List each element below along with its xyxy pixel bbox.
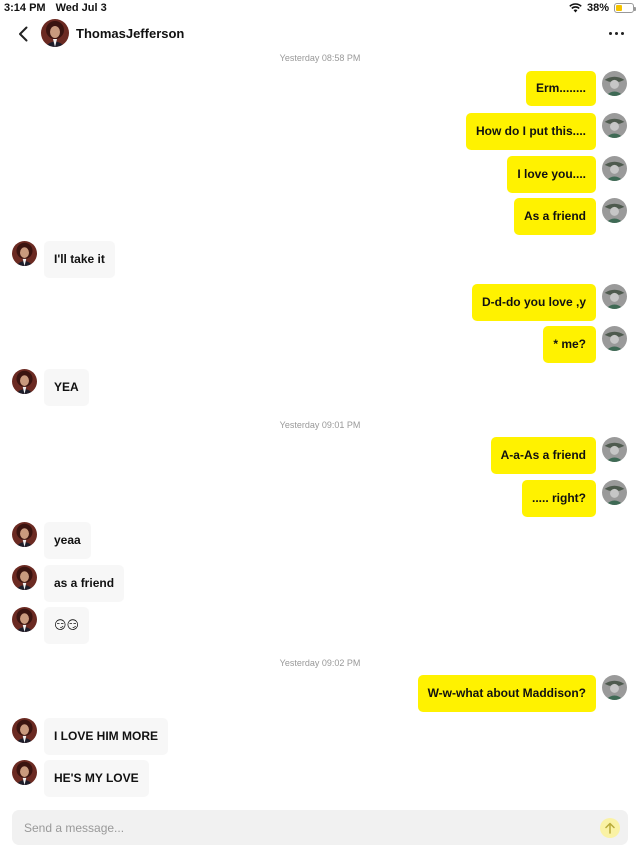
message-incoming[interactable]: I LOVE HIM MORE bbox=[44, 718, 169, 755]
message-outgoing[interactable]: ..... right? bbox=[522, 480, 596, 517]
avatar bbox=[602, 480, 627, 505]
message-outgoing[interactable]: D-d-do you love ,y bbox=[471, 284, 596, 321]
avatar bbox=[602, 198, 627, 223]
avatar bbox=[12, 760, 37, 785]
message-outgoing[interactable]: I love you.... bbox=[507, 156, 596, 193]
message-incoming[interactable]: YEA bbox=[44, 369, 89, 406]
message-incoming[interactable]: as a friend bbox=[44, 565, 125, 602]
avatar bbox=[12, 565, 37, 590]
chat-header: ThomasJefferson bbox=[0, 18, 640, 50]
message-outgoing[interactable]: A-a-As a friend bbox=[490, 437, 596, 474]
message-incoming[interactable]: HE'S MY LOVE bbox=[44, 760, 149, 797]
avatar bbox=[12, 718, 37, 743]
more-options-button[interactable] bbox=[604, 24, 628, 42]
back-button[interactable] bbox=[12, 22, 34, 46]
message-outgoing[interactable]: * me? bbox=[543, 326, 596, 363]
avatar bbox=[12, 241, 37, 266]
message-outgoing[interactable]: As a friend bbox=[513, 198, 596, 235]
message-incoming[interactable]: I'll take it bbox=[44, 241, 115, 278]
avatar bbox=[602, 156, 627, 181]
battery-level bbox=[616, 5, 623, 11]
message-composer bbox=[12, 810, 628, 845]
send-button[interactable] bbox=[600, 818, 620, 838]
avatar bbox=[12, 607, 37, 632]
avatar bbox=[602, 113, 627, 138]
avatar bbox=[12, 369, 37, 394]
battery-icon bbox=[614, 3, 636, 13]
message-incoming[interactable]: yeaa bbox=[44, 522, 91, 559]
avatar bbox=[602, 284, 627, 309]
timestamp: Yesterday 09:02 PM bbox=[279, 658, 361, 668]
avatar bbox=[602, 437, 627, 462]
timestamp: Yesterday 08:58 PM bbox=[279, 53, 361, 63]
contact-avatar[interactable] bbox=[41, 19, 69, 47]
avatar bbox=[602, 326, 627, 351]
message-incoming[interactable]: 😏😏 bbox=[44, 607, 90, 644]
status-left: 3:14 PM Wed Jul 3 bbox=[4, 2, 117, 14]
message-input[interactable] bbox=[12, 810, 592, 845]
avatar bbox=[602, 675, 627, 700]
arrow-up-icon bbox=[605, 822, 615, 834]
avatar bbox=[602, 71, 627, 96]
status-time: 3:14 PM bbox=[4, 2, 46, 14]
message-outgoing[interactable]: How do I put this.... bbox=[466, 113, 596, 150]
avatar bbox=[12, 522, 37, 547]
message-outgoing[interactable]: Erm........ bbox=[525, 71, 596, 106]
battery-percent: 38% bbox=[586, 2, 609, 14]
wifi-icon bbox=[569, 3, 582, 13]
chevron-left-icon bbox=[19, 26, 28, 42]
status-right: 38% bbox=[569, 2, 636, 14]
contact-name[interactable]: ThomasJefferson bbox=[76, 26, 184, 41]
status-bar: 3:14 PM Wed Jul 3 38% bbox=[0, 0, 640, 16]
message-outgoing[interactable]: W-w-what about Maddison? bbox=[417, 675, 596, 712]
timestamp: Yesterday 09:01 PM bbox=[279, 420, 361, 430]
status-date: Wed Jul 3 bbox=[55, 2, 107, 14]
